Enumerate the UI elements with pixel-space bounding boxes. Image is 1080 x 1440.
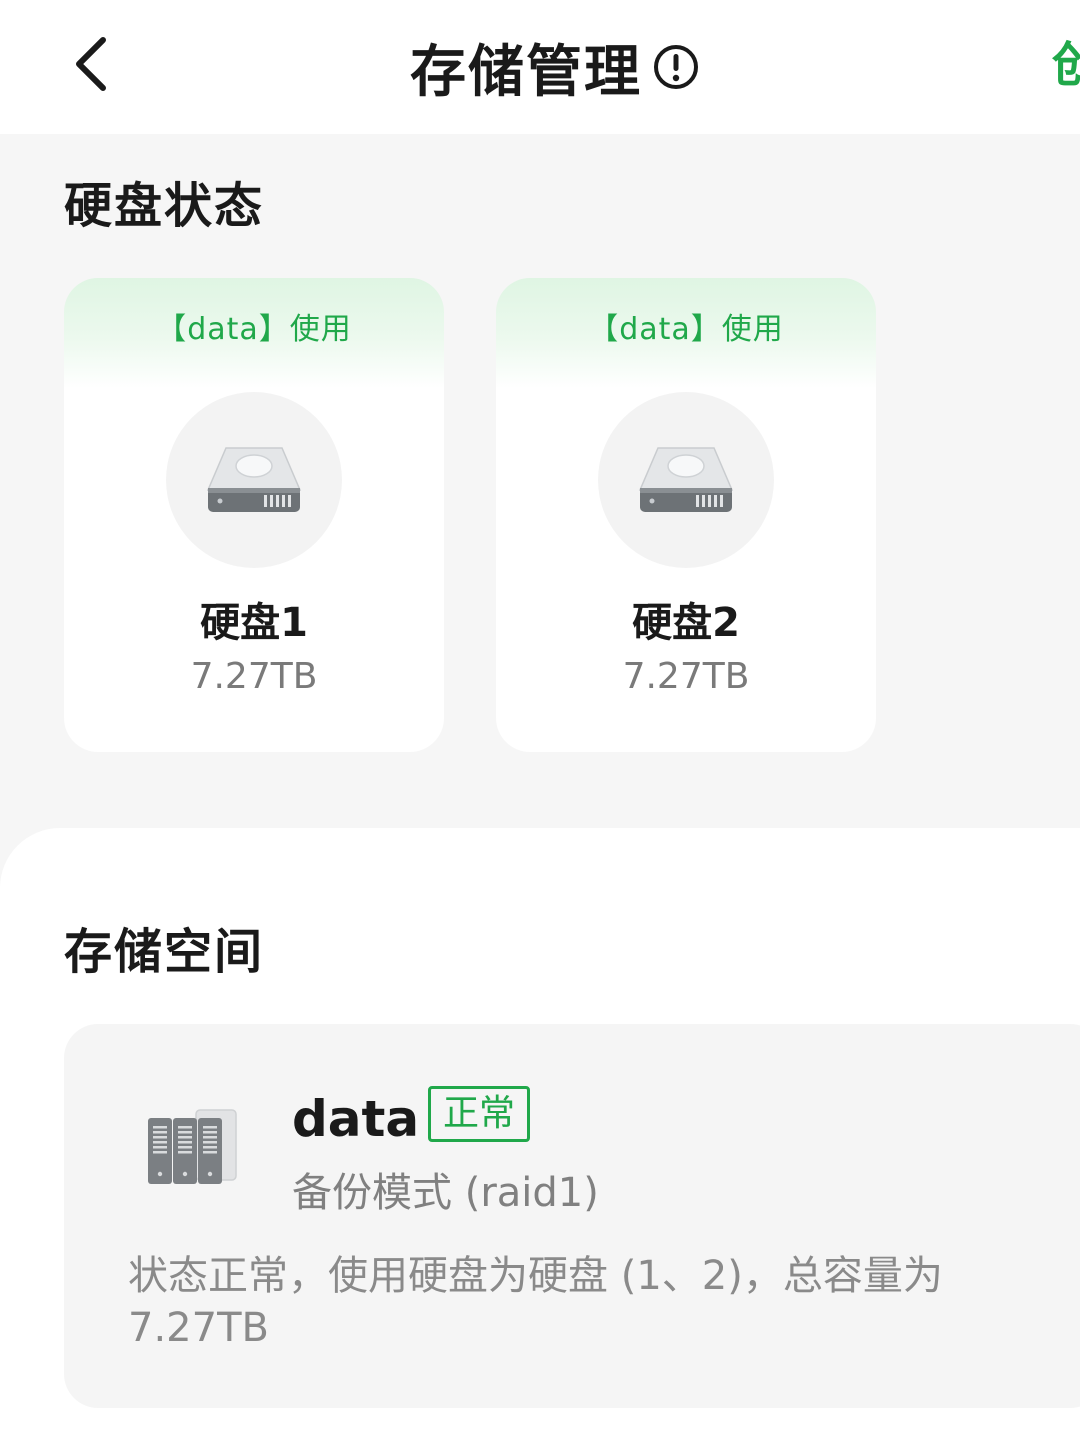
header-right-action[interactable]: 创 bbox=[1052, 30, 1080, 100]
disk-card-1[interactable]: 【data】使用 硬盘1 7.27TB bbox=[64, 278, 444, 752]
disk-name: 硬盘2 bbox=[632, 600, 740, 646]
server-rack-icon bbox=[146, 1108, 238, 1192]
hard-drive-icon bbox=[638, 447, 734, 512]
volume-card[interactable]: data 正常 备份模式 (raid1) 状态正常，使用硬盘为硬盘 (1、2)，… bbox=[64, 1024, 1080, 1408]
volume-description: 状态正常，使用硬盘为硬盘 (1、2)，总容量为7.27TB bbox=[128, 1253, 943, 1351]
storage-management-page: 存储管理 创 硬盘状态 【data】使用 硬盘1 7.27TB 【data】使用… bbox=[0, 0, 1080, 1440]
status-badge: 正常 bbox=[428, 1086, 531, 1142]
disk-status-title: 硬盘状态 bbox=[64, 178, 265, 234]
disk-usage-label: 【data】使用 bbox=[588, 312, 784, 347]
hard-drive-icon bbox=[206, 447, 302, 512]
chevron-left-icon bbox=[76, 37, 106, 91]
disk-size: 7.27TB bbox=[622, 656, 750, 697]
exclamation-circle-icon[interactable] bbox=[652, 43, 700, 91]
disk-size: 7.27TB bbox=[190, 656, 318, 697]
storage-space-title: 存储空间 bbox=[64, 924, 265, 980]
disk-icon-circle bbox=[598, 392, 774, 568]
page-title: 存储管理 bbox=[410, 39, 642, 105]
disk-name: 硬盘1 bbox=[200, 600, 308, 646]
volume-mode: 备份模式 (raid1) bbox=[292, 1170, 599, 1216]
back-button[interactable] bbox=[56, 24, 126, 104]
disk-card-2[interactable]: 【data】使用 硬盘2 7.27TB bbox=[496, 278, 876, 752]
disk-icon-circle bbox=[166, 392, 342, 568]
top-bar: 存储管理 创 bbox=[0, 0, 1080, 134]
volume-name: data bbox=[292, 1090, 420, 1148]
disk-usage-label: 【data】使用 bbox=[156, 312, 352, 347]
title-group: 存储管理 bbox=[0, 0, 1080, 134]
